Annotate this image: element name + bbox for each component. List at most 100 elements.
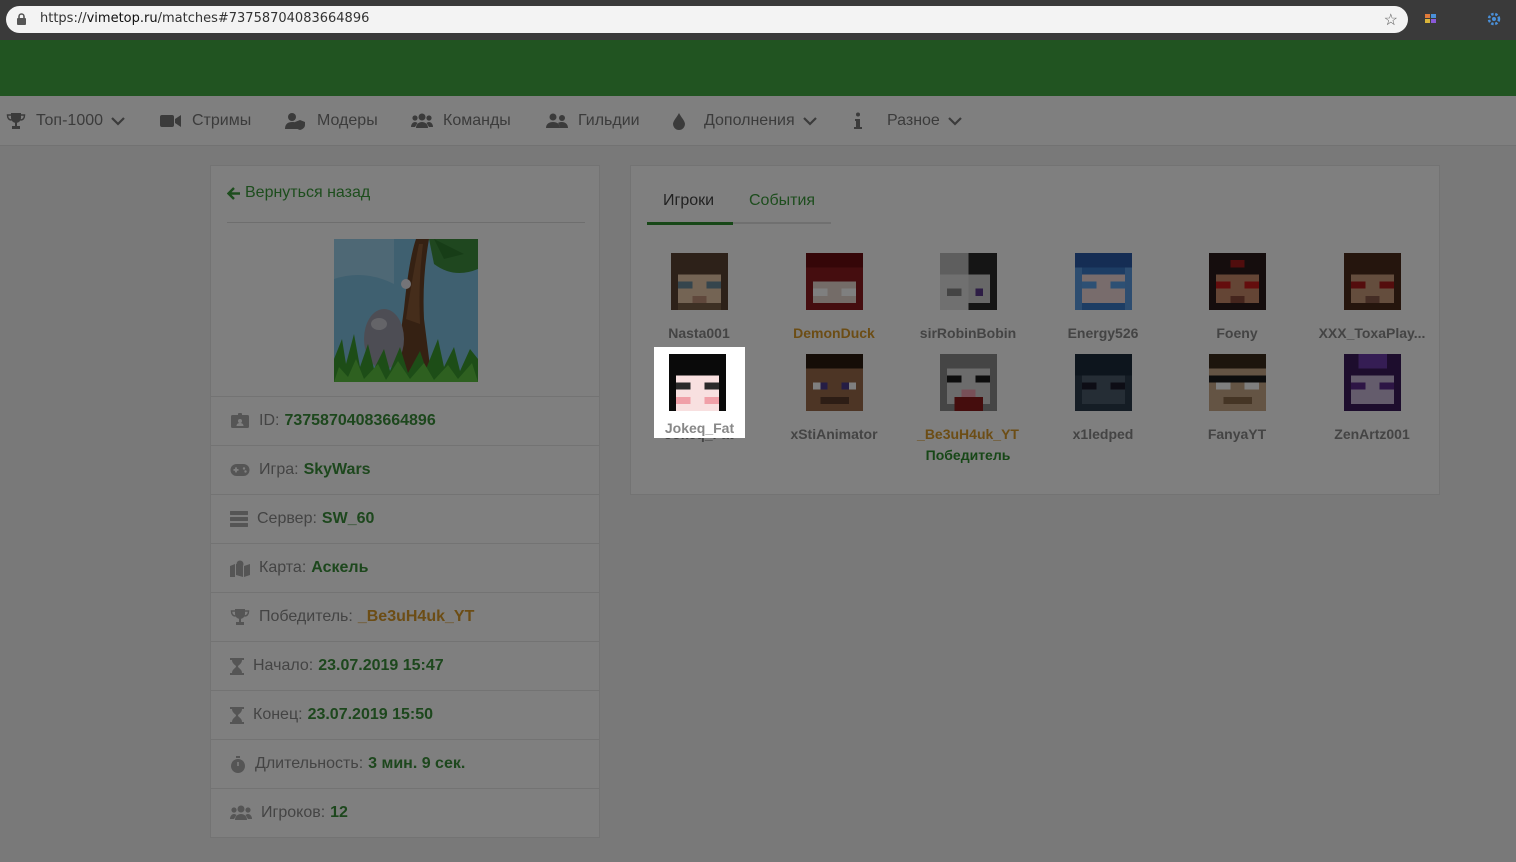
nav-item-guilds[interactable]: Гильдии [546, 96, 640, 146]
nav-item-misc[interactable]: Разное [853, 96, 962, 146]
match-info-card: Вернуться назад ID: 73758704083664896 Игр… [210, 165, 600, 838]
player-skin-avatar [1209, 354, 1266, 411]
nav-item-addons[interactable]: Дополнения [672, 96, 817, 146]
player-name: ZenArtz001 [1334, 426, 1410, 442]
tab-bar: Игроки События [647, 184, 831, 225]
info-value: SW_60 [321, 510, 375, 527]
nav-label: Дополнения [704, 112, 795, 129]
player-name: xStiAnimator [790, 426, 878, 442]
player-skin-avatar [1344, 354, 1401, 411]
trophy-icon [6, 113, 26, 129]
winner-link[interactable]: _Be3uH4uk_YT [358, 608, 475, 626]
player-skin-avatar [1075, 253, 1132, 310]
player-card[interactable]: DemonDuck [767, 253, 901, 353]
nav-item-teams[interactable]: Команды [411, 96, 511, 146]
player-card[interactable]: Energy526 [1036, 253, 1170, 353]
chevron-down-icon [802, 116, 817, 126]
video-camera-icon [160, 115, 181, 127]
player-skin-avatar [940, 354, 997, 411]
info-value: 12 [330, 804, 348, 821]
player-card[interactable]: ZenArtz001 [1305, 354, 1439, 454]
player-card[interactable]: Foeny [1170, 253, 1304, 353]
server-icon [230, 511, 248, 527]
info-label: Игроков: [261, 804, 326, 821]
nav-item-streams[interactable]: Стримы [160, 96, 251, 146]
nav-label: Команды [443, 112, 511, 129]
nav-label: Топ-1000 [36, 112, 104, 129]
player-skin-avatar [1075, 354, 1132, 411]
info-icon [854, 112, 862, 129]
bookmark-star-icon[interactable]: ☆ [1384, 10, 1398, 30]
hourglass-end-icon [230, 706, 244, 724]
info-row-game: Игра: SkyWars [211, 445, 599, 494]
player-card[interactable]: x1ledped [1036, 354, 1170, 454]
player-name: sirRobinBobin [919, 325, 1017, 341]
info-label: Карта: [259, 559, 307, 576]
user-friends-icon [546, 113, 568, 128]
player-name: Nasta001 [668, 325, 730, 341]
site-header [0, 40, 1516, 96]
address-bar[interactable]: https://vimetop.ru/matches#7375870408366… [6, 6, 1408, 33]
info-label: Сервер: [257, 510, 317, 527]
info-row-start: Начало: 23.07.2019 15:47 [211, 641, 599, 690]
active-tab-indicator [647, 222, 733, 225]
info-row-duration: Длительность: 3 мин. 9 сек. [211, 739, 599, 788]
gamepad-icon [230, 464, 250, 476]
player-card[interactable]: Nasta001 [632, 253, 766, 353]
nav-label: Модеры [317, 112, 378, 129]
player-card[interactable]: _Be3uH4uk_YT Победитель [901, 354, 1035, 463]
player-name: FanyaYT [1207, 426, 1267, 442]
nav-label: Гильдии [578, 112, 640, 129]
nav-item-top1000[interactable]: Топ-1000 [6, 96, 125, 146]
highlighted-player-card[interactable]: Jokeq_Fat [654, 347, 745, 438]
info-value: 73758704083664896 [284, 412, 436, 429]
player-name: Energy526 [1067, 325, 1139, 341]
player-name: Foeny [1216, 325, 1258, 341]
player-card[interactable]: sirRobinBobin [901, 253, 1035, 353]
info-value: SkyWars [303, 461, 371, 478]
info-row-map: Карта: Аскель [211, 543, 599, 592]
info-label: Длительность: [255, 755, 364, 772]
info-row-id: ID: 73758704083664896 [211, 396, 599, 445]
nav-item-moderators[interactable]: Модеры [285, 96, 378, 146]
lock-icon [17, 13, 26, 25]
chevron-down-icon [111, 116, 125, 126]
back-link-label: Вернуться назад [245, 184, 371, 201]
trophy-icon [230, 609, 250, 625]
map-marker-icon [230, 560, 250, 577]
browser-toolbar: https://vimetop.ru/matches#7375870408366… [0, 0, 1516, 40]
info-label: Победитель: [259, 608, 353, 625]
arrow-left-icon [227, 186, 240, 200]
id-card-icon [231, 413, 249, 428]
divider [227, 222, 585, 223]
player-skin-avatar [669, 354, 726, 411]
user-shield-icon [285, 113, 305, 130]
main-navigation: Топ-1000 Стримы Модеры Команды Гильдии Д… [0, 96, 1516, 146]
player-name: _Be3uH4uk_YT [917, 426, 1019, 442]
nav-label: Разное [887, 112, 940, 129]
chevron-down-icon [948, 116, 962, 126]
users-icon [411, 113, 433, 128]
back-link[interactable]: Вернуться назад [227, 184, 370, 202]
info-label: Игра: [259, 461, 299, 478]
stopwatch-icon [231, 755, 245, 773]
player-card[interactable]: XXX_ToxaPlay... [1305, 253, 1439, 353]
url-text: https://vimetop.ru/matches#7375870408366… [40, 11, 370, 26]
tab-events[interactable]: События [749, 192, 815, 210]
info-value: Аскель [311, 559, 369, 576]
player-card[interactable]: FanyaYT [1170, 354, 1304, 454]
player-card[interactable]: xStiAnimator [767, 354, 901, 454]
settings-gear-icon[interactable] [1486, 11, 1502, 27]
info-row-server: Сервер: SW_60 [211, 494, 599, 543]
player-skin-avatar [1344, 253, 1401, 310]
players-card: Игроки События Nasta001 DemonDuck sirRob… [630, 165, 1440, 495]
player-skin-avatar [806, 253, 863, 310]
winner-badge: Победитель [925, 447, 1011, 463]
tab-players[interactable]: Игроки [663, 192, 714, 210]
info-row-players: Игроков: 12 [211, 788, 599, 837]
hourglass-start-icon [230, 657, 244, 675]
player-skin-avatar [671, 253, 728, 310]
info-value: 23.07.2019 15:50 [307, 706, 434, 723]
player-name: XXX_ToxaPlay... [1318, 325, 1426, 341]
extension-icon[interactable] [1424, 12, 1438, 26]
